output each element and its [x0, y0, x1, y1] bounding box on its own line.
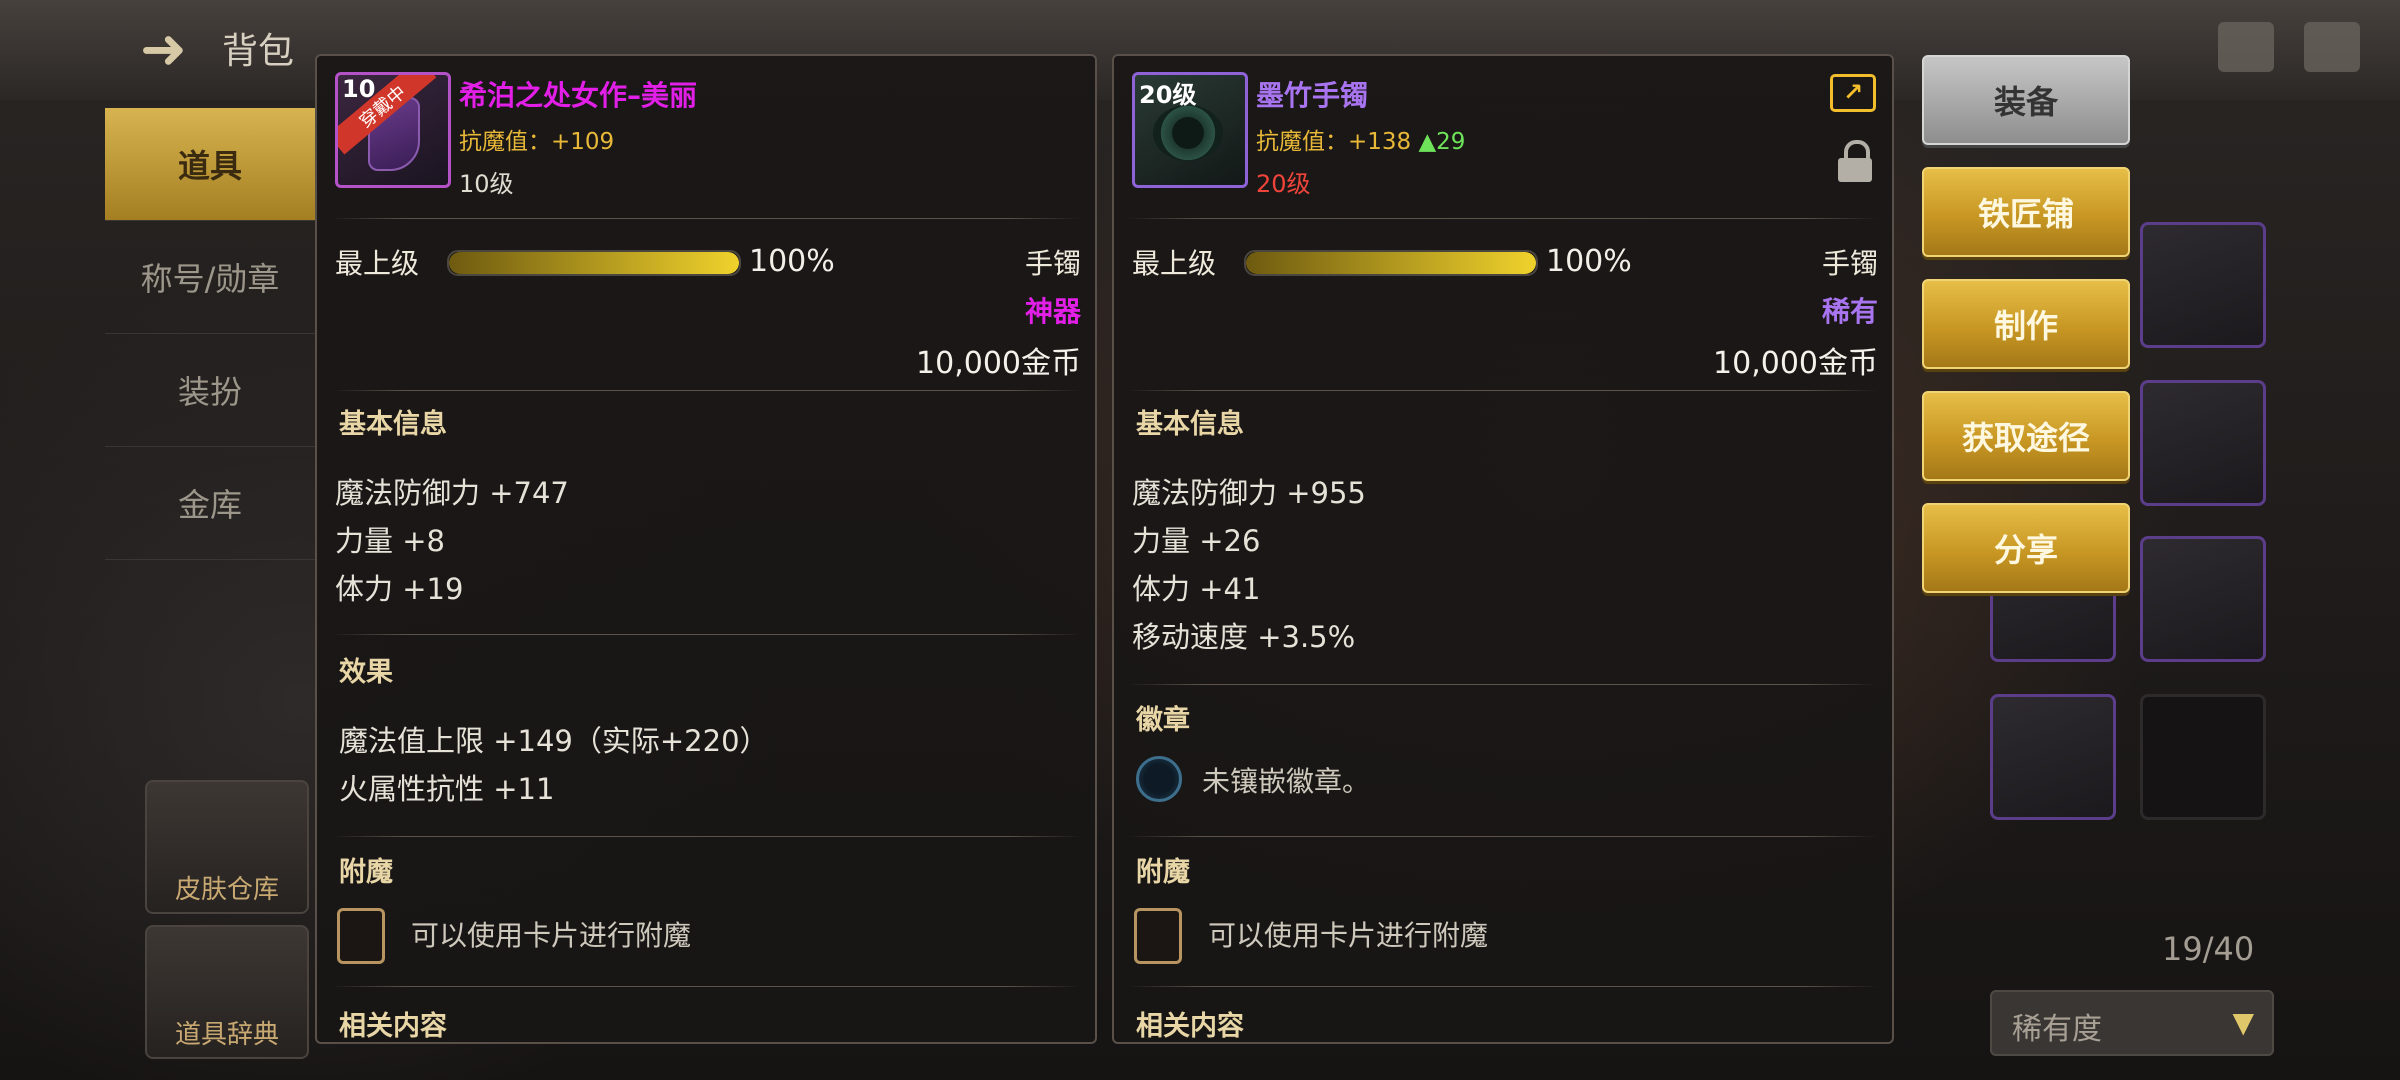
- sort-dropdown[interactable]: 稀有度 ▼: [1990, 990, 2274, 1056]
- upgrade-progress-fill: [1246, 252, 1536, 274]
- craft-button[interactable]: 制作: [1922, 279, 2130, 369]
- enchant-card-slot[interactable]: [1134, 908, 1182, 964]
- item-name: 墨竹手镯: [1256, 79, 1369, 112]
- section-effects: 效果: [339, 657, 393, 688]
- lock-icon[interactable]: [1838, 140, 1872, 182]
- item-price: 10,000金币: [916, 346, 1081, 381]
- divider: [331, 836, 1081, 837]
- item-level: 10级: [459, 170, 514, 198]
- chat-icon[interactable]: [2304, 22, 2360, 72]
- divider: [1128, 684, 1878, 685]
- item-price: 10,000金币: [1713, 346, 1878, 381]
- upgrade-progress-text: 100%: [749, 244, 835, 279]
- item-level: 20级: [1256, 170, 1311, 198]
- inventory-slot[interactable]: [1990, 694, 2116, 820]
- selected-item-panel: 20级 墨竹手镯 抗魔值：+138 ▲29 20级 ↗ 最上级 100% 手镯 …: [1112, 54, 1894, 1044]
- obtain-source-button[interactable]: 获取途径: [1922, 391, 2130, 481]
- item-icon: 20级: [1132, 72, 1248, 188]
- equipped-item-panel: 10 穿戴中 希泊之处女作–美丽 抗魔值：+109 10级 最上级 100% 手…: [315, 54, 1097, 1044]
- item-name: 希泊之处女作–美丽: [459, 79, 698, 112]
- slot-type: 手镯: [1024, 247, 1081, 280]
- upgrade-progress-bar: [447, 250, 741, 276]
- inventory-slot[interactable]: [2140, 536, 2266, 662]
- inventory-slot[interactable]: [2140, 380, 2266, 506]
- item-dictionary-tile[interactable]: 道具辞典: [145, 925, 309, 1059]
- section-enchant: 附魔: [1136, 857, 1190, 888]
- skin-warehouse-tile[interactable]: 皮肤仓库: [145, 780, 309, 914]
- section-related: 相关内容: [339, 1011, 447, 1042]
- divider: [1128, 986, 1878, 987]
- equip-button[interactable]: 装备: [1922, 55, 2130, 145]
- dropdown-arrow-icon: ▼: [2232, 1006, 2254, 1039]
- effect-line: 魔法值上限 +149（实际+220）: [339, 724, 769, 758]
- stat-line: 力量 +8: [335, 524, 445, 558]
- blacksmith-button[interactable]: 铁匠铺: [1922, 167, 2130, 257]
- stat-line: 魔法防御力 +955: [1132, 476, 1366, 510]
- back-arrow-icon[interactable]: ➜: [140, 20, 210, 80]
- divider: [1128, 836, 1878, 837]
- anti-magic-value: 抗魔值：+138 ▲29: [1256, 122, 1465, 156]
- upgrade-label: 最上级: [335, 247, 420, 280]
- stat-line: 魔法防御力 +747: [335, 476, 569, 510]
- item-grade: 神器: [1024, 295, 1081, 328]
- skin-warehouse-label: 皮肤仓库: [174, 875, 279, 905]
- divider: [1128, 218, 1878, 219]
- lock-body: [1838, 158, 1872, 182]
- inventory-count: 19/40: [2162, 930, 2255, 968]
- section-basic-info: 基本信息: [339, 409, 447, 440]
- page-title: 背包: [222, 31, 295, 72]
- upgrade-progress-bar: [1244, 250, 1538, 276]
- effect-line: 火属性抗性 +11: [339, 772, 555, 806]
- stat-line: 体力 +41: [1132, 572, 1261, 606]
- share-button[interactable]: 分享: [1922, 503, 2130, 593]
- mail-icon[interactable]: [2218, 22, 2274, 72]
- item-icon-level: 20级: [1139, 81, 1197, 109]
- inventory-slot-empty[interactable]: [2140, 694, 2266, 820]
- sidebar-item-items[interactable]: 道具: [105, 108, 315, 221]
- sidebar: 道具 称号/勋章 装扮 金库: [105, 108, 315, 560]
- divider: [331, 218, 1081, 219]
- anti-magic-label: 抗魔值：+138: [1256, 129, 1412, 155]
- enchant-hint: 可以使用卡片进行附魔: [411, 919, 692, 952]
- section-enchant: 附魔: [339, 857, 393, 888]
- divider: [331, 390, 1081, 391]
- item-icon: 10 穿戴中: [335, 72, 451, 188]
- section-badge: 徽章: [1136, 705, 1190, 736]
- section-basic-info: 基本信息: [1136, 409, 1244, 440]
- section-related: 相关内容: [1136, 1011, 1244, 1042]
- enchant-card-slot[interactable]: [337, 908, 385, 964]
- item-dictionary-label: 道具辞典: [174, 1020, 279, 1050]
- upgrade-progress-text: 100%: [1546, 244, 1632, 279]
- divider: [331, 634, 1081, 635]
- sidebar-item-vault[interactable]: 金库: [105, 447, 315, 560]
- anti-magic-increase: ▲29: [1418, 129, 1466, 155]
- anti-magic-value: 抗魔值：+109: [459, 129, 615, 155]
- badge-empty-text: 未镶嵌徽章。: [1202, 765, 1371, 798]
- enchant-hint: 可以使用卡片进行附魔: [1208, 919, 1489, 952]
- share-icon[interactable]: ↗: [1830, 74, 1876, 112]
- sidebar-item-titles[interactable]: 称号/勋章: [105, 221, 315, 334]
- sort-dropdown-label: 稀有度: [2012, 1012, 2102, 1047]
- action-button-column: 装备 铁匠铺 制作 获取途径 分享: [1922, 55, 2130, 615]
- divider: [331, 986, 1081, 987]
- divider: [1128, 390, 1878, 391]
- sidebar-item-avatar[interactable]: 装扮: [105, 334, 315, 447]
- badge-slot-icon[interactable]: [1136, 756, 1182, 802]
- stat-line: 移动速度 +3.5%: [1132, 620, 1356, 654]
- bracelet-art-icon: [1153, 105, 1223, 161]
- upgrade-label: 最上级: [1132, 247, 1217, 280]
- item-grade: 稀有: [1821, 295, 1878, 328]
- stat-line: 体力 +19: [335, 572, 464, 606]
- inventory-slot[interactable]: [2140, 222, 2266, 348]
- top-icon-row: [2218, 22, 2360, 72]
- slot-type: 手镯: [1821, 247, 1878, 280]
- stat-line: 力量 +26: [1132, 524, 1261, 558]
- upgrade-progress-fill: [449, 252, 739, 274]
